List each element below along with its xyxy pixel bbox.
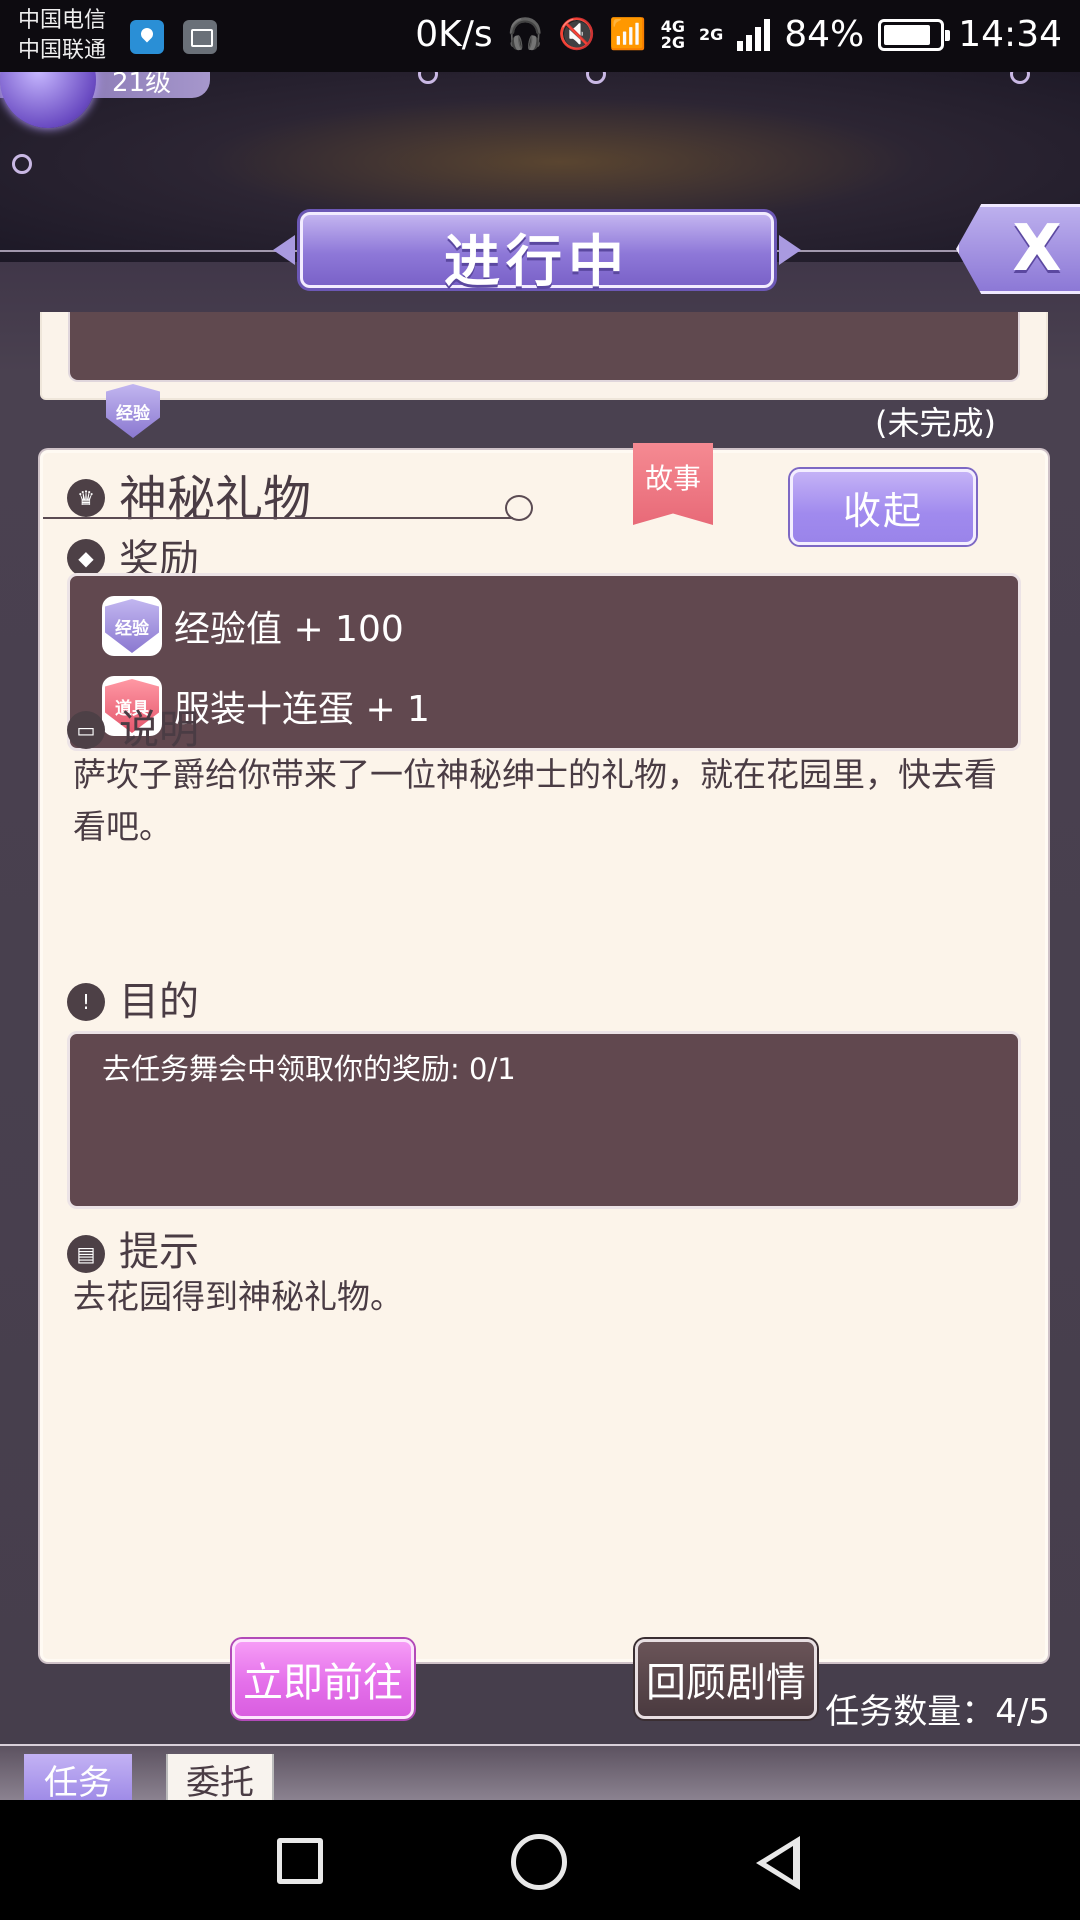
carrier-2: 中国联通 [18, 38, 107, 63]
reward-text: 服装十连蛋 + 1 [174, 689, 430, 730]
battery-percent: 84% [784, 14, 865, 55]
reward-icon: ◆ [67, 539, 105, 577]
go-now-label: 立即前往 [243, 1660, 403, 1706]
rose-ornament-icon [12, 154, 32, 174]
go-now-button[interactable]: 立即前往 [232, 1639, 414, 1719]
signal-bars-icon [737, 18, 771, 51]
alert-icon: ! [67, 983, 105, 1021]
battery-icon [878, 18, 951, 51]
reward-item-exp: 经验 经验值 + 100 [102, 596, 404, 656]
location-app-icon [130, 20, 164, 54]
reward-box: 经验 经验值 + 100 道具 服装十连蛋 + 1 [67, 573, 1021, 751]
review-story-button[interactable]: 回顾剧情 [635, 1639, 817, 1719]
player-level: 21级 [112, 72, 172, 98]
goal-text: 去任务舞会中领取你的奖励: 0/1 [102, 1052, 516, 1086]
network-speed: 0K/s [415, 14, 493, 55]
bottom-tabbar: 任务 委托 [0, 1744, 1080, 1800]
back-icon[interactable] [756, 1836, 800, 1890]
tab-tasks[interactable]: 任务 [24, 1754, 132, 1800]
hint-heading: 提示 [119, 1229, 199, 1275]
hint-text: 去花园得到神秘礼物。 [73, 1277, 403, 1316]
close-icon: X [1012, 212, 1062, 286]
reward-badge-exp: 经验 [102, 596, 162, 656]
previous-task-box [68, 312, 1020, 382]
collapse-button[interactable]: 收起 [790, 469, 976, 545]
exp-shield-icon: 经验 [105, 599, 159, 653]
task-card: ♛ 神秘礼物 故事 收起 ◆ 奖励 经验 经验值 + 100 道具 服装十连蛋 … [40, 443, 1048, 1719]
status-right: 0K/s 🎧 🔇 📶 4G 2G 2G 84% 14:34 [415, 14, 1062, 55]
banner-title: 进行中 [444, 230, 630, 295]
mute-icon: 🔇 [557, 17, 596, 52]
home-icon[interactable] [511, 1834, 567, 1890]
clock: 14:34 [958, 14, 1062, 55]
headphones-icon: 🎧 [506, 17, 544, 52]
description-text: 萨坎子爵给你带来了一位神秘绅士的礼物，就在花园里，快去看看吧。 [73, 755, 997, 846]
story-tag-label: 故事 [644, 462, 701, 495]
game-screen: 21级 进行中 X 经验 (未完成) ♛ 神秘礼物 故事 收起 ◆ 奖励 经验 … [0, 72, 1080, 1800]
note-icon: ▤ [67, 1235, 105, 1273]
collapse-label: 收起 [842, 488, 923, 533]
description-heading: 说明 [119, 707, 199, 753]
story-tag: 故事 [633, 443, 713, 525]
previous-task-card[interactable] [40, 312, 1048, 400]
carrier-1: 中国电信 [18, 8, 107, 33]
network-type-2g: 2G [660, 32, 685, 52]
system-nav-bar [0, 1800, 1080, 1920]
tab-commissions[interactable]: 委托 [166, 1754, 274, 1800]
review-story-label: 回顾剧情 [646, 1660, 806, 1706]
status-banner: 进行中 [273, 212, 801, 295]
goal-box: 去任务舞会中领取你的奖励: 0/1 [67, 1031, 1021, 1209]
recent-apps-icon[interactable] [277, 1838, 323, 1884]
exp-shield-icon: 经验 [106, 384, 160, 438]
task-count: 任务数量：4/5 [825, 1692, 1050, 1732]
goal-heading: 目的 [119, 979, 199, 1025]
reward-text: 经验值 + 100 [174, 609, 404, 650]
title-flourish [505, 495, 533, 521]
close-button[interactable]: X [956, 204, 1080, 294]
book-icon: ▭ [67, 711, 105, 749]
previous-reward-badge: 经验 [106, 384, 160, 438]
status-bar: 中国电信 中国联通 0K/s 🎧 🔇 📶 4G 2G 2G 84% 14:34 [0, 0, 1080, 72]
network-type-stack: 4G 2G [660, 18, 685, 52]
network-type-2g-second: 2G [698, 24, 724, 44]
carrier-names: 中国电信 中国联通 [18, 6, 106, 66]
title-underline [43, 517, 513, 519]
crown-icon: ♛ [67, 479, 105, 517]
previous-task-status: (未完成) [875, 404, 996, 442]
gallery-app-icon [183, 20, 217, 54]
wifi-icon: 📶 [609, 17, 647, 52]
